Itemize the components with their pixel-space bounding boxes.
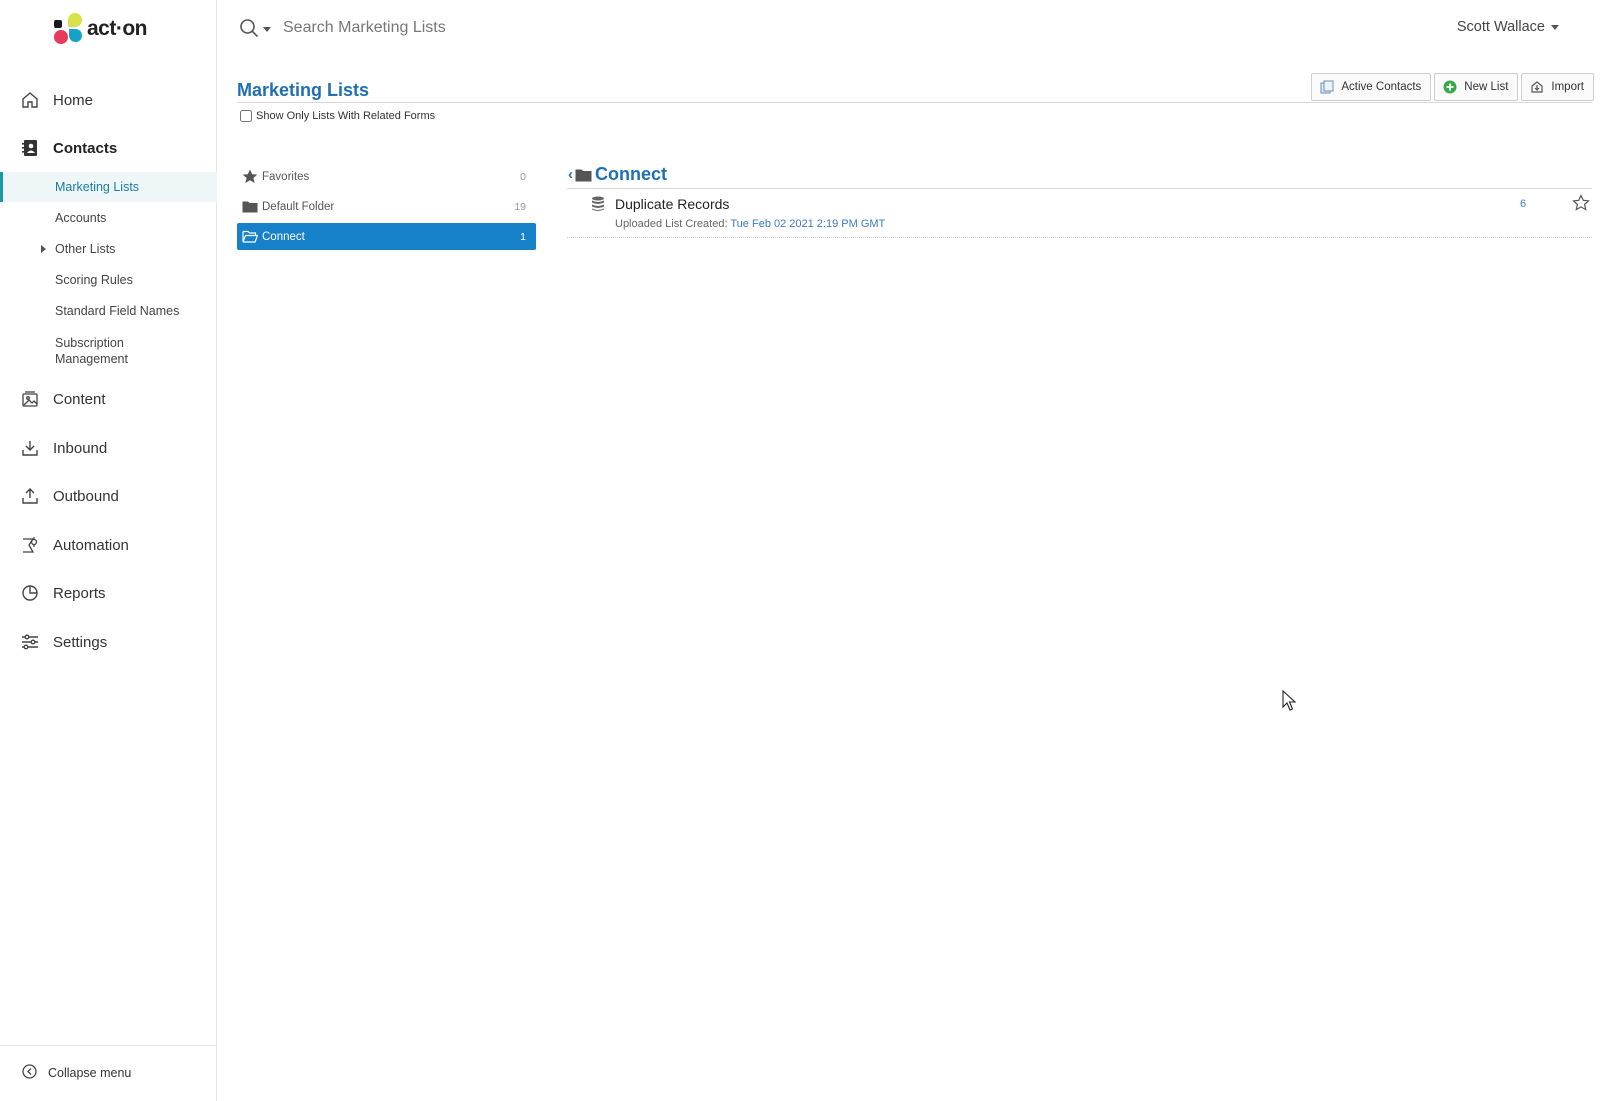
page-title: Marketing Lists [237,80,370,100]
sidebar-item-marketing-lists[interactable]: Marketing Lists [0,172,217,202]
sidebar-item-label: Subscription Management [55,336,128,366]
plus-circle-icon [1443,80,1457,94]
folder-default[interactable]: Default Folder 19 [237,193,536,220]
new-list-button[interactable]: New List [1434,73,1519,101]
folder-label: Favorites [262,170,310,183]
nav-contacts[interactable]: Contacts [0,133,217,163]
sidebar-item-accounts[interactable]: Accounts [0,203,217,233]
sidebar-item-label: Scoring Rules [55,273,133,287]
outbound-icon [22,488,38,504]
active-contacts-button[interactable]: Active Contacts [1311,73,1432,101]
list-created-date: Tue Feb 02 2021 2:19 PM GMT [730,218,886,230]
inbound-icon [22,441,38,456]
list-name-link[interactable]: Duplicate Records [615,196,729,212]
import-icon [1531,81,1544,93]
sidebar-item-label: Accounts [55,211,107,225]
folder-count: 1 [520,230,526,243]
sidebar-item-other-lists[interactable]: Other Lists [0,234,217,264]
chevron-down-icon [1551,24,1559,30]
related-forms-label: Show Only Lists With Related Forms [256,110,436,122]
logo-text: act·on [87,17,148,40]
folder-icon [575,169,592,181]
automation-icon [23,537,38,553]
list-item[interactable]: Duplicate Records Uploaded List Created:… [567,190,1592,238]
logo-mark-icon [54,13,86,45]
settings-icon [22,634,38,650]
nav-home[interactable]: Home [0,85,217,115]
caret-right-icon[interactable] [41,245,46,253]
sidebar-item-label: Standard Field Names [55,304,180,318]
related-forms-checkbox[interactable] [240,110,252,122]
sidebar-item-label: Marketing Lists [55,180,140,194]
folder-connect[interactable]: Connect 1 [237,223,536,250]
nav-reports-label: Reports [53,584,106,602]
home-icon [22,92,38,108]
active-contacts-label: Active Contacts [1341,81,1422,93]
app-window: act·on Home Contacts Marketing Lists Acc… [0,0,1609,1101]
sidebar: act·on Home Contacts Marketing Lists Acc… [0,0,217,1101]
folder-count: 19 [514,200,526,213]
nav-settings[interactable]: Settings [0,627,217,657]
list-record-count[interactable]: 6 [1520,198,1526,210]
list-meta-prefix: Uploaded List Created: [615,218,728,230]
nav-inbound-label: Inbound [53,439,108,457]
nav-content[interactable]: Content [0,384,217,414]
folder-label: Default Folder [262,200,335,213]
back-chevron-icon[interactable]: ‹ [568,166,573,183]
mouse-cursor-icon [1282,690,1296,711]
collapse-menu-label: Collapse menu [48,1066,132,1080]
user-menu[interactable]: Scott Wallace [1457,19,1559,35]
content-icon [22,391,38,407]
nav-settings-label: Settings [53,633,108,651]
active-contacts-icon [1320,80,1334,94]
folder-favorites[interactable]: Favorites 0 [237,163,536,190]
contacts-icon [22,140,37,156]
reports-icon [22,585,38,601]
nav-reports[interactable]: Reports [0,578,217,608]
import-label: Import [1551,81,1584,93]
folder-open-icon [242,230,258,243]
search-options-chevron-down-icon[interactable] [263,27,271,32]
toolbar: Active Contacts New List Import [1311,73,1594,101]
nav-outbound[interactable]: Outbound [0,481,217,511]
search-input[interactable] [283,15,683,41]
user-name: Scott Wallace [1456,19,1545,35]
current-folder-title: Connect [595,164,667,184]
nav-outbound-label: Outbound [53,487,119,505]
collapse-arrow-icon [22,1064,37,1079]
nav-automation[interactable]: Automation [0,530,217,560]
sidebar-item-subscription-management[interactable]: Subscription Management [0,333,217,369]
star-icon [242,169,258,183]
favorite-star-icon[interactable] [1572,194,1590,212]
sidebar-item-standard-field-names[interactable]: Standard Field Names [0,296,217,326]
sidebar-item-label: Other Lists [55,242,116,256]
nav-home-label: Home [53,91,94,109]
nav-inbound[interactable]: Inbound [0,433,217,463]
database-icon [592,196,604,211]
list-meta: Uploaded List Created: Tue Feb 02 2021 2… [615,218,885,230]
folder-breadcrumb: ‹ Connect [568,164,667,185]
nav-content-label: Content [53,390,106,408]
act-on-logo[interactable]: act·on [54,13,148,45]
folder-count: 0 [520,170,526,183]
search-icon[interactable] [239,18,259,38]
header-divider [237,102,1592,103]
folder-label: Connect [262,230,305,243]
folder-icon [242,201,258,213]
collapse-menu-button[interactable]: Collapse menu [0,1045,217,1101]
nav-contacts-label: Contacts [53,139,118,157]
new-list-label: New List [1464,81,1509,93]
import-button[interactable]: Import [1521,73,1594,101]
sidebar-item-scoring-rules[interactable]: Scoring Rules [0,265,217,295]
related-forms-filter[interactable]: Show Only Lists With Related Forms [240,110,435,122]
nav-automation-label: Automation [53,536,129,554]
content-divider [567,188,1592,189]
